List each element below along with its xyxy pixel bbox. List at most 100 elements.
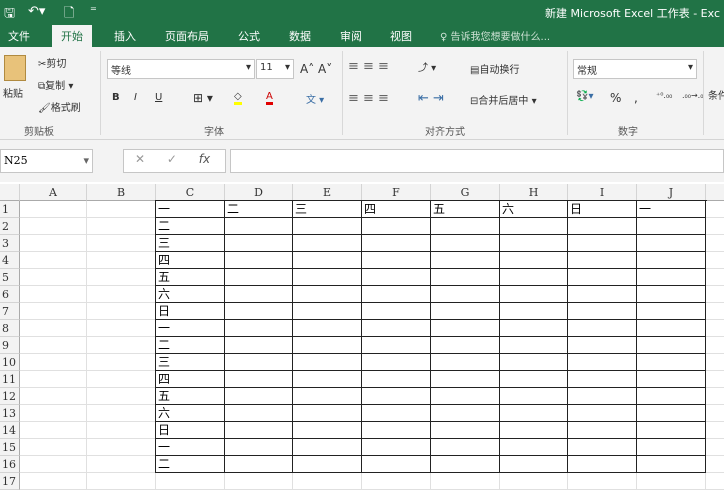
- cell[interactable]: [293, 337, 362, 354]
- cell[interactable]: [637, 354, 706, 371]
- italic-button[interactable]: I: [134, 92, 137, 103]
- format-painter-button[interactable]: 🖌格式刷: [38, 99, 81, 114]
- cell[interactable]: [637, 422, 706, 439]
- cell[interactable]: [500, 388, 568, 405]
- row-header-15[interactable]: 15: [0, 439, 20, 456]
- vertical-align-buttons[interactable]: ≡ ≡ ≡: [348, 59, 389, 74]
- column-header-C[interactable]: C: [156, 184, 225, 201]
- cell[interactable]: [431, 218, 500, 235]
- cell[interactable]: [500, 456, 568, 473]
- cell[interactable]: [156, 473, 225, 490]
- cell[interactable]: 三: [156, 354, 225, 371]
- conditional-formatting-button[interactable]: 条件: [708, 87, 724, 102]
- cell[interactable]: [87, 388, 156, 405]
- cell[interactable]: 二: [156, 218, 225, 235]
- phonetic-button[interactable]: 文 ▾: [306, 91, 324, 106]
- cell[interactable]: 一: [156, 320, 225, 337]
- column-header-I[interactable]: I: [568, 184, 637, 201]
- row-header-14[interactable]: 14: [0, 422, 20, 439]
- column-header-F[interactable]: F: [362, 184, 431, 201]
- cell[interactable]: [293, 320, 362, 337]
- row-header-10[interactable]: 10: [0, 354, 20, 371]
- cell[interactable]: 二: [156, 456, 225, 473]
- cell[interactable]: [431, 252, 500, 269]
- cell[interactable]: [87, 201, 156, 218]
- cell[interactable]: [431, 456, 500, 473]
- cell[interactable]: [225, 439, 293, 456]
- cell[interactable]: [293, 371, 362, 388]
- cell[interactable]: [568, 286, 637, 303]
- cell[interactable]: [293, 218, 362, 235]
- cell[interactable]: [706, 252, 724, 269]
- cell[interactable]: [568, 235, 637, 252]
- cell[interactable]: [431, 320, 500, 337]
- tab-formulas[interactable]: 公式: [238, 28, 260, 44]
- cell[interactable]: [568, 456, 637, 473]
- cell[interactable]: [637, 286, 706, 303]
- cell[interactable]: [87, 439, 156, 456]
- increase-font-size-button[interactable]: A˄ A˅: [300, 62, 332, 76]
- cell[interactable]: [362, 439, 431, 456]
- cell[interactable]: [293, 235, 362, 252]
- cell[interactable]: [568, 439, 637, 456]
- cell[interactable]: [431, 405, 500, 422]
- cell[interactable]: [500, 422, 568, 439]
- cell[interactable]: [20, 422, 87, 439]
- bold-button[interactable]: B: [112, 92, 120, 103]
- underline-button[interactable]: U: [155, 92, 162, 103]
- cell[interactable]: [293, 286, 362, 303]
- cell[interactable]: [293, 303, 362, 320]
- cell[interactable]: [225, 218, 293, 235]
- cell[interactable]: [500, 320, 568, 337]
- tab-page-layout[interactable]: 页面布局: [165, 28, 209, 44]
- column-header-H[interactable]: H: [500, 184, 568, 201]
- row-header-4[interactable]: 4: [0, 252, 20, 269]
- cell[interactable]: [362, 388, 431, 405]
- tell-me-search[interactable]: ♀ 告诉我您想要做什么...: [440, 28, 550, 43]
- cell[interactable]: [225, 269, 293, 286]
- cell[interactable]: [293, 473, 362, 490]
- cell[interactable]: [568, 269, 637, 286]
- row-header-12[interactable]: 12: [0, 388, 20, 405]
- row-header-9[interactable]: 9: [0, 337, 20, 354]
- cell[interactable]: 五: [156, 388, 225, 405]
- tab-file[interactable]: 文件: [8, 28, 30, 44]
- tab-insert[interactable]: 插入: [114, 28, 136, 44]
- cell[interactable]: [225, 235, 293, 252]
- cell[interactable]: [431, 388, 500, 405]
- cell[interactable]: [568, 252, 637, 269]
- increase-decimal-button[interactable]: ⁺⁰.₀₀: [656, 91, 672, 100]
- cell[interactable]: [362, 473, 431, 490]
- cell[interactable]: 六: [156, 405, 225, 422]
- cell[interactable]: [706, 235, 724, 252]
- cell[interactable]: [87, 218, 156, 235]
- cell[interactable]: [706, 439, 724, 456]
- cell[interactable]: [568, 473, 637, 490]
- cell[interactable]: [500, 371, 568, 388]
- column-header-D[interactable]: D: [225, 184, 293, 201]
- cell[interactable]: [431, 269, 500, 286]
- cell[interactable]: [637, 252, 706, 269]
- cell[interactable]: [637, 320, 706, 337]
- cell[interactable]: [706, 354, 724, 371]
- cell[interactable]: [87, 320, 156, 337]
- cell[interactable]: [87, 405, 156, 422]
- comma-button[interactable]: ,: [634, 91, 638, 105]
- cell[interactable]: [20, 388, 87, 405]
- cell[interactable]: [87, 303, 156, 320]
- cancel-button[interactable]: ✕: [135, 152, 145, 166]
- cell[interactable]: [20, 371, 87, 388]
- accounting-format-button[interactable]: 💱▾: [576, 91, 593, 102]
- cell[interactable]: [706, 388, 724, 405]
- cell[interactable]: [293, 439, 362, 456]
- cell[interactable]: [706, 286, 724, 303]
- cell[interactable]: [20, 337, 87, 354]
- cell[interactable]: [87, 371, 156, 388]
- cell[interactable]: [431, 473, 500, 490]
- cell[interactable]: [500, 473, 568, 490]
- indent-buttons[interactable]: ⇤ ⇥: [418, 91, 444, 106]
- cell[interactable]: [500, 439, 568, 456]
- cell[interactable]: 一: [156, 201, 225, 218]
- cell[interactable]: [637, 218, 706, 235]
- cell[interactable]: [706, 337, 724, 354]
